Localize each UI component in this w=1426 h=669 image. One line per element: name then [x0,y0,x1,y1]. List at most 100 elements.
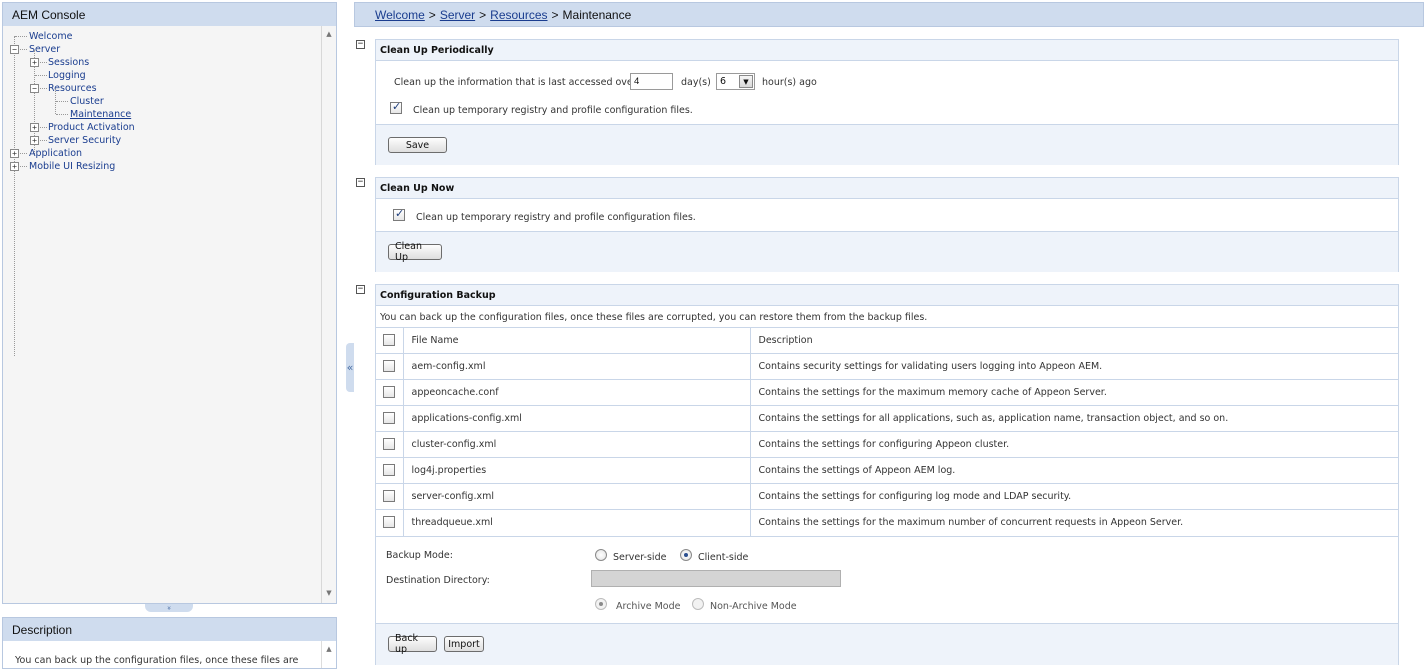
tree-item-sessions[interactable]: + Sessions [11,50,321,154]
cleanup-now-section: Clean Up Now Clean up temporary registry… [375,177,1399,272]
non-archive-mode-radio[interactable] [692,598,704,610]
description-cell: Contains security settings for validatin… [750,353,1398,380]
scroll-down-arrow-icon[interactable]: ▼ [324,589,334,599]
tree-item-server-security[interactable]: + Server Security [11,134,321,147]
collapse-tree-panel-toggle[interactable]: » [145,604,193,612]
tree-item-mobile-ui-resizing[interactable]: + Mobile UI Resizing [10,160,321,173]
import-button[interactable]: Import [444,636,484,652]
tree-item-label[interactable]: Maintenance [70,109,131,120]
cleanup-registry-label: Clean up temporary registry and profile … [413,105,693,116]
tree-connector [15,36,27,37]
expand-icon[interactable]: + [30,58,39,67]
collapse-icon[interactable]: − [10,45,19,54]
hours-select-value: 6 [720,76,727,87]
scroll-up-arrow-icon[interactable]: ▲ [326,645,331,653]
expand-icon[interactable]: + [30,136,39,145]
collapse-icon[interactable]: − [30,84,39,93]
row-checkbox[interactable] [383,516,395,528]
section-footer: Back up Import [376,623,1398,665]
days-input[interactable] [630,73,673,90]
tree-item-label[interactable]: Application [29,148,82,159]
tree-item-maintenance[interactable]: Maintenance [11,108,321,121]
breadcrumb-welcome[interactable]: Welcome [375,8,425,22]
table-row: applications-config.xml Contains the set… [376,405,1398,432]
breadcrumb: Welcome > Server > Resources > Maintenan… [354,2,1424,27]
row-checkbox[interactable] [383,386,395,398]
tree-item-label[interactable]: Mobile UI Resizing [29,161,115,172]
tree-item-label[interactable]: Product Activation [48,122,135,133]
row-checkbox[interactable] [383,464,395,476]
divider [376,536,1398,537]
breadcrumb-current-page: Maintenance [562,7,632,22]
tree-item-server[interactable]: − Server [10,43,321,56]
config-files-table: File Name Description aem-config.xml Con… [376,327,1398,536]
breadcrumb-separator: > [479,7,487,22]
panel-splitter-toggle[interactable]: « [346,343,354,392]
tree-item-resources[interactable]: − Resources [11,82,321,95]
select-all-cell [376,327,404,354]
tree-item-application[interactable]: + Application [10,147,321,160]
expand-icon[interactable]: + [30,123,39,132]
select-all-checkbox[interactable] [383,334,395,346]
tree-connector [40,127,47,128]
table-header-row: File Name Description [376,327,1398,354]
table-row: appeoncache.conf Contains the settings f… [376,379,1398,406]
tree-item-label[interactable]: Cluster [70,96,104,107]
table-row: server-config.xml Contains the settings … [376,483,1398,510]
file-name-cell: applications-config.xml [403,405,751,432]
client-side-radio[interactable] [680,549,692,561]
tree-connector [56,101,68,102]
description-cell: Contains the settings for all applicatio… [750,405,1398,432]
tree-item-label[interactable]: Welcome [29,31,72,42]
breadcrumb-resources[interactable]: Resources [490,8,547,22]
section-title: Configuration Backup [376,285,1398,306]
back-up-button[interactable]: Back up [388,633,437,655]
file-name-cell: threadqueue.xml [403,509,751,536]
server-side-radio[interactable] [595,549,607,561]
file-name-cell: aem-config.xml [403,353,751,380]
scroll-up-arrow-icon[interactable]: ▲ [324,30,334,40]
hours-select[interactable]: 6 ▼ [716,73,755,90]
cleanup-prompt-label: Clean up the information that is last ac… [394,77,640,88]
cleanup-now-registry-checkbox[interactable] [393,207,405,221]
destination-directory-input[interactable] [591,570,841,587]
tree-connector [20,49,27,50]
collapse-section-icon[interactable]: − [356,178,365,187]
row-checkbox[interactable] [383,438,395,450]
tree-scrollbar[interactable]: ▲ ▼ [321,26,336,603]
tree-item-welcome[interactable]: Welcome [11,30,321,356]
tree-item-logging[interactable]: Logging [11,69,321,82]
row-checkbox[interactable] [383,490,395,502]
tree-item-cluster[interactable]: Cluster [11,89,321,114]
collapse-section-icon[interactable]: − [356,285,365,294]
description-scrollbar[interactable]: ▲ [321,641,336,668]
breadcrumb-separator: > [428,7,436,22]
file-name-cell: server-config.xml [403,483,751,510]
save-button[interactable]: Save [388,137,447,153]
description-cell: Contains the settings for the maximum nu… [750,509,1398,536]
configuration-backup-section: Configuration Backup You can back up the… [375,284,1399,665]
tree-item-label[interactable]: Logging [48,70,86,81]
expand-icon[interactable]: + [10,162,19,171]
tree-item-label[interactable]: Server Security [48,135,121,146]
days-unit-label: day(s) [681,77,711,88]
clean-up-button[interactable]: Clean Up [388,241,442,263]
row-select-cell [376,379,404,406]
tree-item-product-activation[interactable]: + Product Activation [11,121,321,134]
expand-icon[interactable]: + [10,149,19,158]
row-select-cell [376,509,404,536]
double-chevron-left-icon[interactable]: « [347,361,354,374]
file-name-cell: cluster-config.xml [403,431,751,458]
tree-item-label[interactable]: Sessions [48,57,89,68]
collapse-section-icon[interactable]: − [356,40,365,49]
dropdown-arrow-icon[interactable]: ▼ [739,75,753,88]
archive-mode-radio[interactable] [595,598,607,610]
cleanup-registry-checkbox[interactable] [390,100,402,114]
double-chevron-down-icon[interactable]: » [165,606,173,610]
description-cell: Contains the settings of Appeon AEM log. [750,457,1398,484]
breadcrumb-server[interactable]: Server [440,8,475,22]
row-checkbox[interactable] [383,360,395,372]
row-checkbox[interactable] [383,412,395,424]
navigation-tree-box: Welcome − Server + Sessions Logging − Re… [2,26,337,604]
file-name-cell: log4j.properties [403,457,751,484]
